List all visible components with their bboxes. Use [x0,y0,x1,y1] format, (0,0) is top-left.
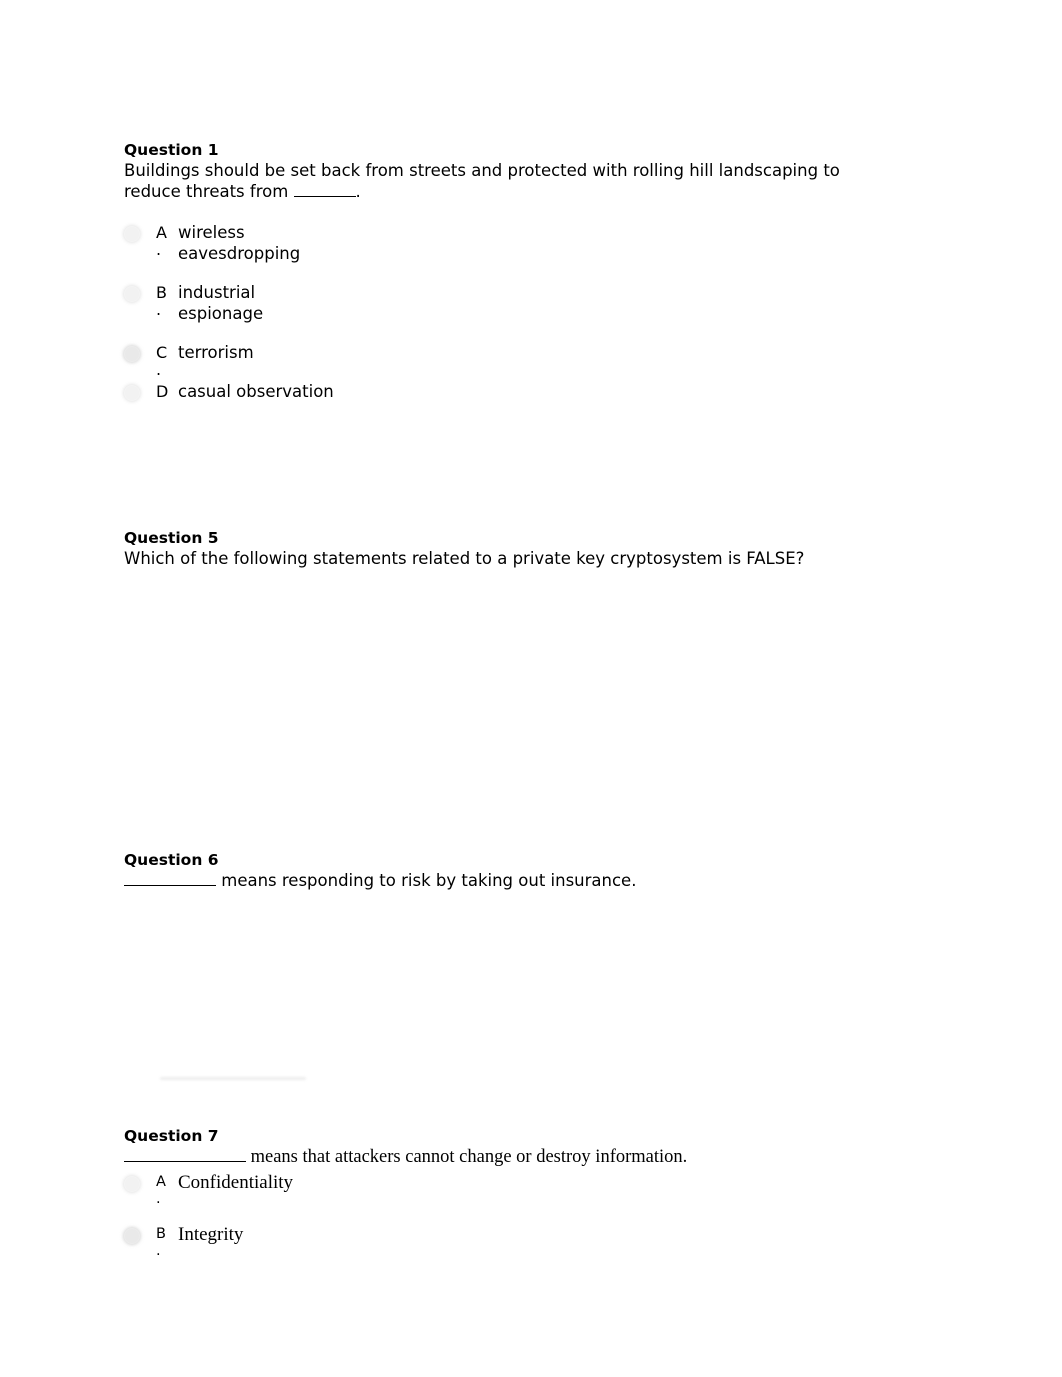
option-text: Confidentiality [178,1172,294,1193]
question-5-block: Question 5 Which of the following statem… [124,528,954,569]
question-7-block: Question 7 means that attackers cannot c… [124,1126,954,1168]
question-7-heading: Question 7 [124,1127,219,1145]
option-letter-wrap: B . [156,1224,178,1258]
option-row[interactable]: D casual observation [124,381,644,402]
option-letter-wrap: A . [156,222,178,259]
option-letter-period: . [156,360,162,379]
option-letter-period: . [156,1243,161,1259]
question-1-prompt: Buildings should be set back from street… [124,160,894,202]
option-text: industrial espionage [178,283,264,323]
question-7-fill-blank [124,1161,246,1162]
option-letter: B [156,1226,166,1242]
question-7-prompt: means that attackers cannot change or de… [124,1146,954,1168]
option-letter-wrap: D [156,381,178,402]
option-letter: A [156,1174,166,1190]
question-6-heading: Question 6 [124,851,219,869]
option-letter-period: . [156,1191,161,1207]
question-6-prompt-text-after: means responding to risk by taking out i… [216,871,637,890]
option-row[interactable]: B . Integrity [124,1224,644,1258]
radio-button-icon[interactable] [124,286,140,302]
option-row[interactable]: B . industrial espionage [124,282,644,324]
question-1-options: A . wireless eavesdropping B . industria… [124,222,644,402]
option-letter-wrap: C . [156,342,178,379]
question-1-block: Question 1 Buildings should be set back … [124,140,894,202]
question-1-heading: Question 1 [124,141,219,159]
option-letter-wrap: A . [156,1172,178,1206]
question-6-prompt: means responding to risk by taking out i… [124,870,954,891]
option-row[interactable]: A . wireless eavesdropping [124,222,644,264]
option-letter-period: . [156,300,162,319]
question-6-fill-blank [124,885,216,886]
option-letter: D [156,382,169,401]
option-row[interactable]: C . terrorism [124,342,644,379]
radio-button-icon[interactable] [124,1228,140,1244]
option-row[interactable]: A . Confidentiality [124,1172,644,1206]
question-1-fill-blank [293,196,356,197]
question-1-prompt-text-before: Buildings should be set back from street… [124,161,840,201]
radio-button-icon[interactable] [124,385,140,401]
question-5-prompt: Which of the following statements relate… [124,549,805,568]
question-5-heading: Question 5 [124,529,219,547]
question-7-prompt-text-after: means that attackers cannot change or de… [246,1147,688,1167]
radio-button-icon[interactable] [124,1176,140,1192]
option-text: Integrity [178,1224,244,1245]
option-text: casual observation [178,382,334,401]
option-letter-period: . [156,240,162,259]
question-1-prompt-text-after: . [355,182,361,201]
question-7-options: A . Confidentiality B . Integrity [124,1172,644,1258]
radio-button-icon[interactable] [124,346,140,362]
radio-button-icon[interactable] [124,226,140,242]
option-letter-wrap: B . [156,282,178,319]
option-text: wireless eavesdropping [178,223,301,263]
question-6-block: Question 6 means responding to risk by t… [124,850,954,891]
option-text: terrorism [178,343,254,362]
document-page: Question 1 Buildings should be set back … [0,0,1062,1377]
faint-horizontal-rule [160,1077,306,1080]
